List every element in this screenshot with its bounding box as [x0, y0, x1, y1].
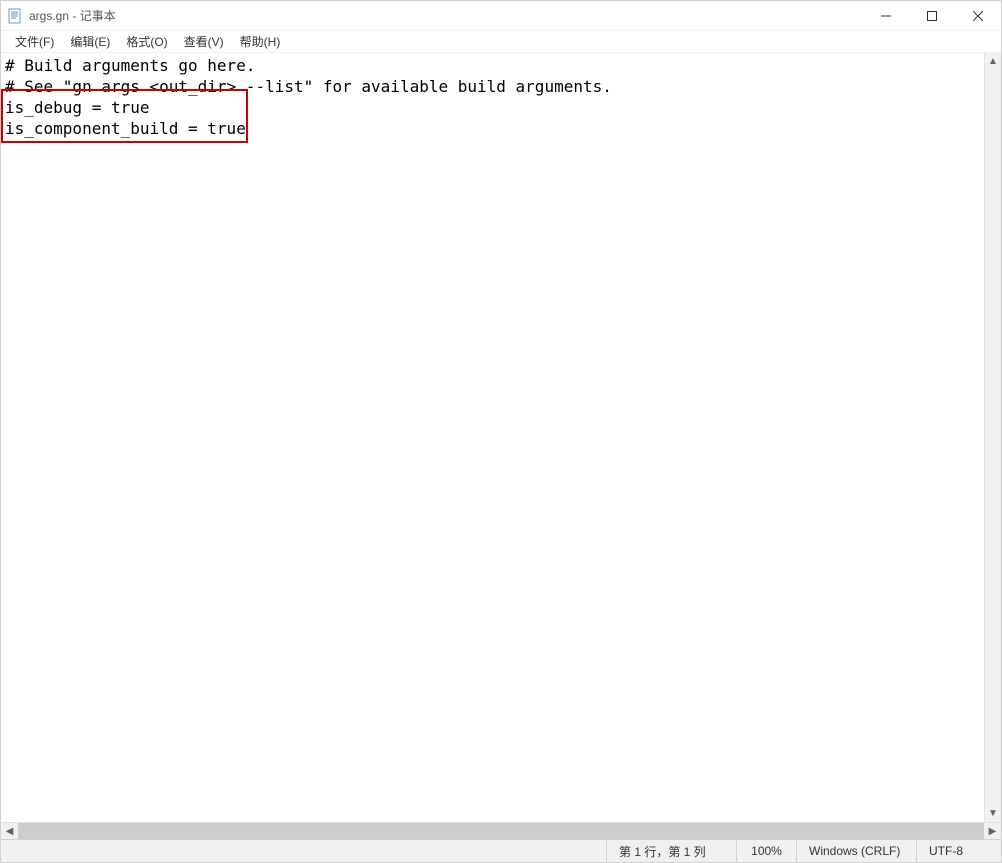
- status-position: 第 1 行，第 1 列: [606, 840, 736, 862]
- minimize-button[interactable]: [863, 1, 909, 30]
- window-controls: [863, 1, 1001, 30]
- text-line: is_debug = true: [5, 98, 150, 117]
- menu-edit[interactable]: 编辑(E): [62, 31, 118, 52]
- scroll-down-icon[interactable]: ▼: [985, 805, 1001, 822]
- scroll-track-vertical[interactable]: [985, 70, 1001, 805]
- scroll-up-icon[interactable]: ▲: [985, 53, 1001, 70]
- maximize-button[interactable]: [909, 1, 955, 30]
- statusbar: 第 1 行，第 1 列 100% Windows (CRLF) UTF-8: [1, 839, 1001, 862]
- menu-file[interactable]: 文件(F): [7, 31, 62, 52]
- menu-view[interactable]: 查看(V): [176, 31, 232, 52]
- status-encoding: UTF-8: [916, 840, 1001, 862]
- window-title: args.gn - 记事本: [29, 7, 863, 24]
- menu-help[interactable]: 帮助(H): [232, 31, 289, 52]
- menu-format[interactable]: 格式(O): [118, 31, 175, 52]
- text-line: # Build arguments go here.: [5, 56, 255, 75]
- scroll-track-horizontal[interactable]: [18, 823, 984, 839]
- notepad-icon: [7, 8, 23, 24]
- text-line: # See "gn args <out_dir> --list" for ava…: [5, 77, 612, 96]
- scroll-thumb-horizontal[interactable]: [18, 823, 984, 839]
- horizontal-scrollbar[interactable]: ◀ ▶: [1, 822, 1001, 839]
- vertical-scrollbar[interactable]: ▲ ▼: [984, 53, 1001, 822]
- editor-content[interactable]: # Build arguments go here. # See "gn arg…: [1, 53, 1001, 141]
- menubar: 文件(F) 编辑(E) 格式(O) 查看(V) 帮助(H): [1, 31, 1001, 53]
- titlebar: args.gn - 记事本: [1, 1, 1001, 31]
- text-line: is_component_build = true: [5, 119, 246, 138]
- status-zoom: 100%: [736, 840, 796, 862]
- scroll-left-icon[interactable]: ◀: [1, 823, 18, 839]
- close-button[interactable]: [955, 1, 1001, 30]
- status-line-ending: Windows (CRLF): [796, 840, 916, 862]
- scroll-right-icon[interactable]: ▶: [984, 823, 1001, 839]
- editor-area[interactable]: # Build arguments go here. # See "gn arg…: [1, 53, 1001, 822]
